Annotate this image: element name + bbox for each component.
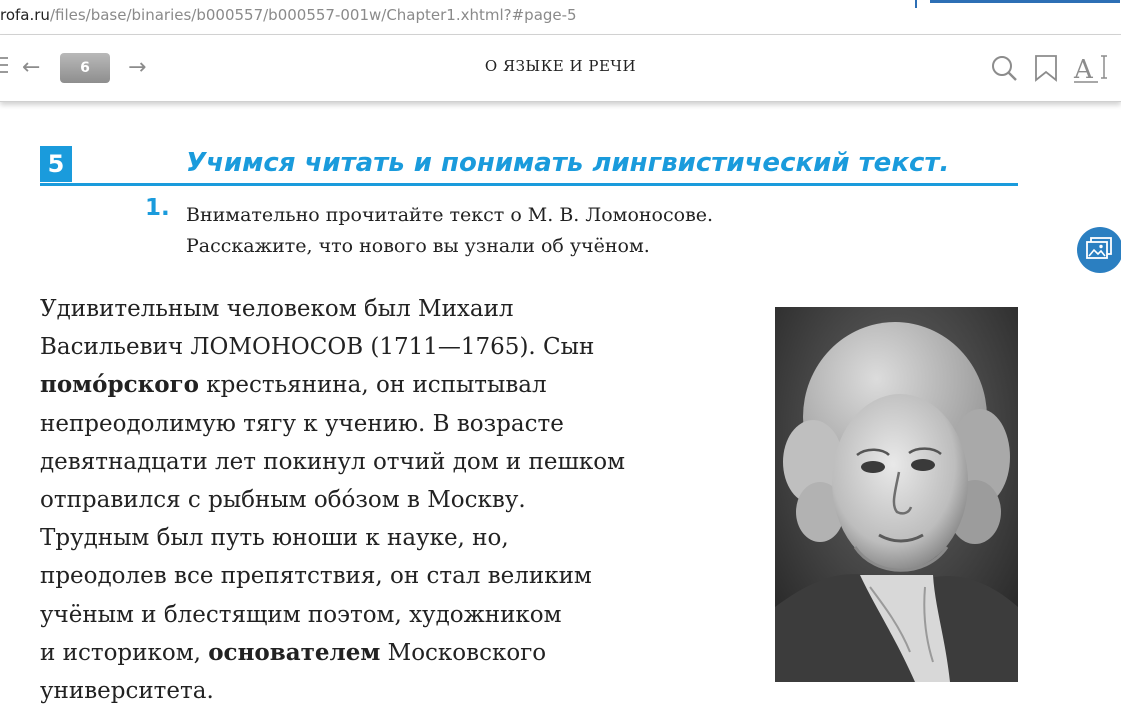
task-instructions: Внимательно прочитайте текст о М. В. Лом… [186, 200, 713, 262]
lomonosov-text: Удивительным человеком был Михаил Василь… [40, 290, 760, 710]
book-section-title: О ЯЗЫКЕ И РЕЧИ [484, 57, 637, 75]
search-icon[interactable] [990, 53, 1020, 87]
task-line: Расскажите, что нового вы узнали об учён… [186, 235, 650, 257]
title-underline [40, 183, 1018, 186]
text-line: непреодолимую тягу к учению. В возрасте [40, 410, 564, 437]
tab-divider [915, 0, 917, 8]
bold-term: помо́рского [40, 371, 199, 399]
text-line: Трудным был путь юноши к науке, но, [40, 525, 509, 552]
text-fragment: Московского [380, 639, 547, 666]
text-fragment: крестьянина, он испытывал [198, 372, 547, 399]
gallery-icon [1086, 237, 1112, 259]
lomonosov-portrait [775, 307, 1018, 682]
text-line: помо́рского крестьянина, он испытывал [40, 366, 760, 404]
text-line: и историком, основателем Московского [40, 634, 760, 672]
svg-text:A: A [1073, 55, 1094, 85]
reader-toolbar: ← 6 → О ЯЗЫКЕ И РЕЧИ A [0, 35, 1121, 102]
lesson-title: Учимся читать и понимать лингвистический… [186, 148, 950, 178]
url-host: rofa.ru [0, 6, 50, 24]
active-tab-indicator[interactable] [930, 0, 1120, 3]
url-path: /files/base/binaries/b000557/b000557-001… [49, 6, 577, 24]
font-size-icon[interactable]: A [1072, 53, 1112, 89]
task-line: Внимательно прочитайте текст о М. В. Лом… [186, 204, 714, 226]
bookmark-icon[interactable] [1033, 53, 1059, 87]
text-line: учёным и блестящим поэтом, художником [40, 601, 562, 628]
url-text[interactable]: rofa.ru/files/base/binaries/b000557/b000… [0, 6, 577, 24]
text-line: девятнадцати лет покинул отчий дом и пеш… [40, 448, 625, 475]
task-number: 1. [145, 195, 170, 221]
browser-url-bar[interactable]: rofa.ru/files/base/binaries/b000557/b000… [0, 0, 1121, 35]
text-line: университета. [40, 678, 214, 705]
text-line: отправился с рыбным обо́зом в Москву. [40, 487, 526, 514]
lesson-number-badge: 5 [40, 146, 72, 182]
gallery-button[interactable] [1077, 227, 1121, 273]
text-line: Удивительным человеком был Михаил [40, 296, 514, 322]
text-fragment: и историком, [40, 639, 209, 666]
bold-term: основателем [208, 638, 381, 666]
text-line: преодолев все препятствия, он стал велик… [40, 563, 592, 590]
text-line: Васильевич ЛОМОНОСОВ (1711—1765). Сын [40, 334, 595, 361]
